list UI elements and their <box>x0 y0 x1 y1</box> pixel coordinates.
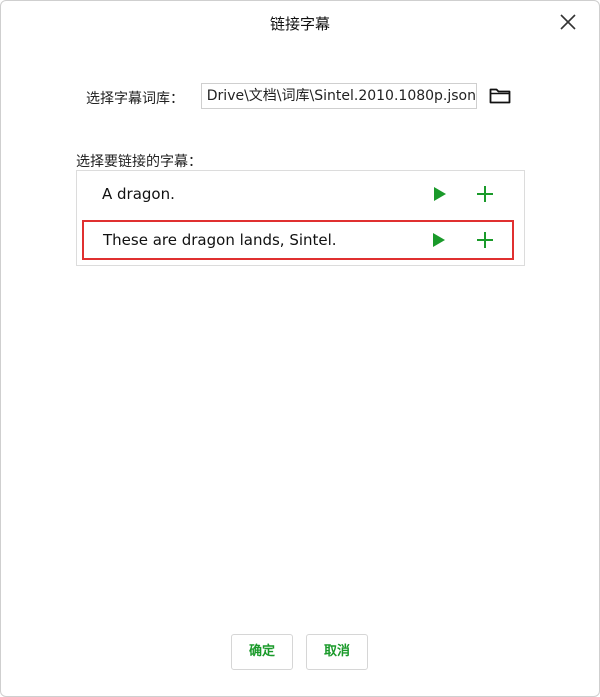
library-path-field[interactable]: Drive\文档\词库\Sintel.2010.1080p.json <box>201 83 477 109</box>
folder-icon[interactable] <box>489 87 511 105</box>
confirm-button[interactable]: 确定 <box>231 634 293 670</box>
add-icon[interactable] <box>476 185 494 203</box>
subtitle-row-selected[interactable]: These are dragon lands, Sintel. <box>82 220 514 260</box>
dialog-title: 链接字幕 <box>269 15 330 33</box>
link-subtitle-dialog: 链接字幕 选择字幕词库： Drive\文档\词库\Sintel.2010.108… <box>0 0 600 697</box>
subtitle-text: These are dragon lands, Sintel. <box>103 231 337 249</box>
close-icon[interactable] <box>557 11 579 33</box>
cancel-button[interactable]: 取消 <box>306 634 368 670</box>
play-icon[interactable] <box>433 186 447 202</box>
library-label: 选择字幕词库： <box>86 91 184 107</box>
library-path-text: Drive\文档\词库\Sintel.2010.1080p.json <box>206 88 476 104</box>
play-icon[interactable] <box>432 232 446 248</box>
subtitle-row[interactable]: A dragon. <box>77 171 524 217</box>
subtitle-list: A dragon. These are dragon lands, Sintel… <box>76 170 525 266</box>
subtitle-text: A dragon. <box>102 185 175 203</box>
subtitle-list-label: 选择要链接的字幕： <box>76 154 202 170</box>
add-icon[interactable] <box>476 231 494 249</box>
